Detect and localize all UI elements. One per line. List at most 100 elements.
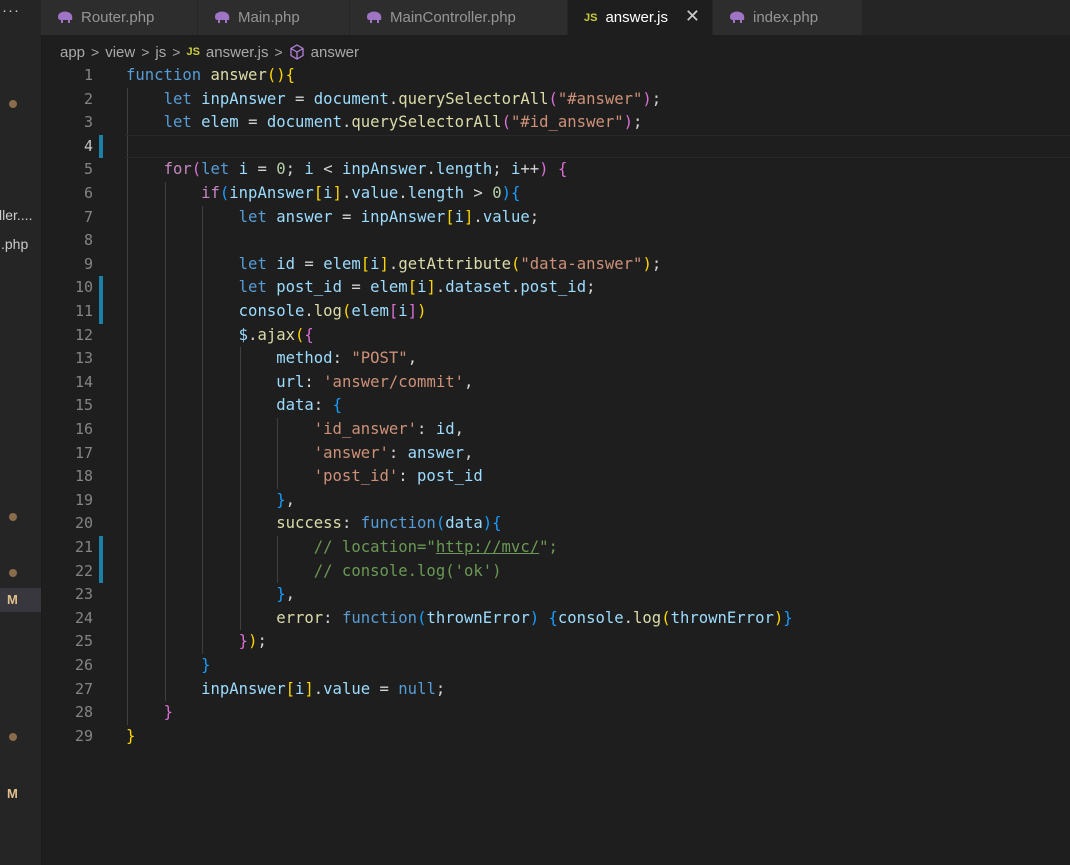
code-line[interactable]: 17 'answer': answer, — [41, 442, 1070, 466]
code-token: { — [557, 160, 568, 179]
modified-badge: M — [7, 786, 18, 801]
explorer-sidebar: ··· ller.... .php M M — [0, 0, 42, 865]
code-line[interactable]: 11 console.log(elem[i]) — [41, 300, 1070, 324]
line-number: 23 — [74, 585, 93, 604]
code-line[interactable]: 23 }, — [41, 583, 1070, 607]
code-token: ) — [417, 302, 427, 320]
code-token: ; — [257, 632, 267, 651]
code-token: } — [163, 703, 173, 722]
code-token: 'answer/commit' — [323, 372, 464, 391]
code-text: 'post_id': post_id — [126, 465, 483, 489]
code-token: "POST" — [351, 349, 408, 368]
line-number: 19 — [74, 490, 93, 509]
code-token: ) — [773, 608, 784, 627]
code-token: console — [557, 608, 624, 627]
code-line[interactable]: 15 data: { — [41, 394, 1070, 418]
code-token: [ — [285, 679, 295, 698]
code-editor[interactable]: 1 function answer(){2 let inpAnswer = doc… — [41, 64, 1070, 865]
code-line[interactable]: 25 }); — [41, 630, 1070, 654]
code-line[interactable]: 18 'post_id': post_id — [41, 465, 1070, 489]
code-line[interactable]: 12 $.ajax({ — [41, 324, 1070, 348]
tab-maincontroller-php[interactable]: MainController.php — [350, 0, 568, 35]
code-line[interactable]: 22 // console.log('ok') — [41, 559, 1070, 584]
code-line[interactable]: 19 }, — [41, 489, 1070, 513]
code-token: : — [341, 514, 361, 533]
code-token: console — [238, 302, 305, 320]
code-text: console.log(elem[i]) — [126, 300, 427, 324]
code-token: let — [238, 278, 267, 297]
php-elephant-icon — [366, 11, 383, 24]
breadcrumb-item[interactable]: view — [105, 44, 135, 61]
breadcrumb-item[interactable]: answer.js — [206, 44, 269, 61]
code-line[interactable]: 14 url: 'answer/commit', — [41, 371, 1070, 395]
code-token: answer — [276, 207, 333, 226]
code-token: [ — [445, 207, 455, 226]
code-token: = — [238, 113, 267, 132]
code-text: // location="http://mvc/"; — [126, 536, 558, 560]
code-text: error: function(thrownError) {console.lo… — [126, 607, 793, 631]
code-line[interactable]: 7 let answer = inpAnswer[i].value; — [41, 206, 1070, 230]
code-line[interactable]: 10 let post_id = elem[i].dataset.post_id… — [41, 276, 1070, 300]
breadcrumb-item[interactable]: answer — [311, 44, 359, 61]
code-line[interactable]: 5 for(let i = 0; i < inpAnswer.length; i… — [41, 158, 1070, 182]
tab-main-php[interactable]: Main.php — [198, 0, 350, 35]
code-line[interactable]: 21 // location="http://mvc/"; — [41, 536, 1070, 560]
code-text: let elem = document.querySelectorAll("#i… — [126, 111, 643, 135]
code-line[interactable]: 4 — [41, 134, 1070, 159]
code-line[interactable]: 1 function answer(){ — [41, 64, 1070, 88]
unsaved-dot-icon — [9, 513, 17, 521]
unsaved-dot-icon — [9, 569, 17, 577]
code-line[interactable]: 26 } — [41, 654, 1070, 678]
code-line[interactable]: 20 success: function(data){ — [41, 512, 1070, 536]
code-token: 0 — [492, 184, 502, 202]
code-token: http://mvc/ — [435, 538, 540, 556]
code-token: . — [473, 207, 483, 226]
code-token: ; — [586, 278, 596, 297]
code-line[interactable]: 13 method: "POST", — [41, 347, 1070, 371]
tab-answer-js[interactable]: JS answer.js ✕ — [568, 0, 713, 35]
code-line[interactable]: 24 error: function(thrownError) {console… — [41, 607, 1070, 631]
breadcrumb-item[interactable]: js — [155, 44, 166, 61]
code-line[interactable]: 9 let id = elem[i].getAttribute("data-an… — [41, 253, 1070, 277]
code-token: getAttribute — [398, 254, 511, 273]
chevron-right-icon: > — [91, 44, 100, 60]
code-text: $.ajax({ — [126, 324, 314, 348]
code-token: ajax — [257, 325, 296, 344]
line-number: 9 — [83, 254, 93, 273]
code-line[interactable]: 27 inpAnswer[i].value = null; — [41, 678, 1070, 702]
unsaved-dot-icon — [9, 733, 17, 741]
code-token: : — [313, 396, 333, 415]
code-token: ] — [332, 184, 342, 202]
code-token: querySelectorAll — [398, 89, 549, 108]
modified-badge: M — [7, 592, 18, 607]
code-token: // console.log('ok') — [313, 561, 502, 580]
code-token: $ — [238, 325, 249, 344]
code-line[interactable]: 3 let elem = document.querySelectorAll("… — [41, 111, 1070, 135]
more-actions-icon[interactable]: ··· — [2, 2, 20, 19]
code-text: let inpAnswer = document.querySelectorAl… — [126, 88, 662, 112]
code-token: 'id_answer' — [313, 420, 418, 438]
code-line[interactable]: 6 if(inpAnswer[i].value.length > 0){ — [41, 182, 1070, 206]
tab-router-php[interactable]: Router.php — [41, 0, 198, 35]
code-line[interactable]: 28 } — [41, 701, 1070, 725]
tab-index-php[interactable]: index.php — [713, 0, 863, 35]
code-token: () — [266, 66, 286, 84]
sidebar-file-item[interactable]: .php — [1, 236, 28, 252]
code-line[interactable]: 8 — [41, 229, 1070, 253]
code-token: } — [783, 608, 793, 627]
code-line[interactable]: 16 'id_answer': id, — [41, 418, 1070, 442]
breadcrumb-item[interactable]: app — [60, 44, 85, 61]
code-line[interactable]: 29} — [41, 725, 1070, 749]
code-line[interactable]: 2 let inpAnswer = document.querySelector… — [41, 88, 1070, 112]
code-token: post_id — [417, 467, 483, 486]
sidebar-file-item[interactable]: ller.... — [0, 207, 32, 223]
code-text: inpAnswer[i].value = null; — [126, 678, 445, 702]
line-number: 8 — [83, 231, 93, 250]
close-icon[interactable]: ✕ — [685, 6, 700, 27]
code-token: , — [464, 443, 474, 462]
code-token: { — [510, 184, 521, 202]
